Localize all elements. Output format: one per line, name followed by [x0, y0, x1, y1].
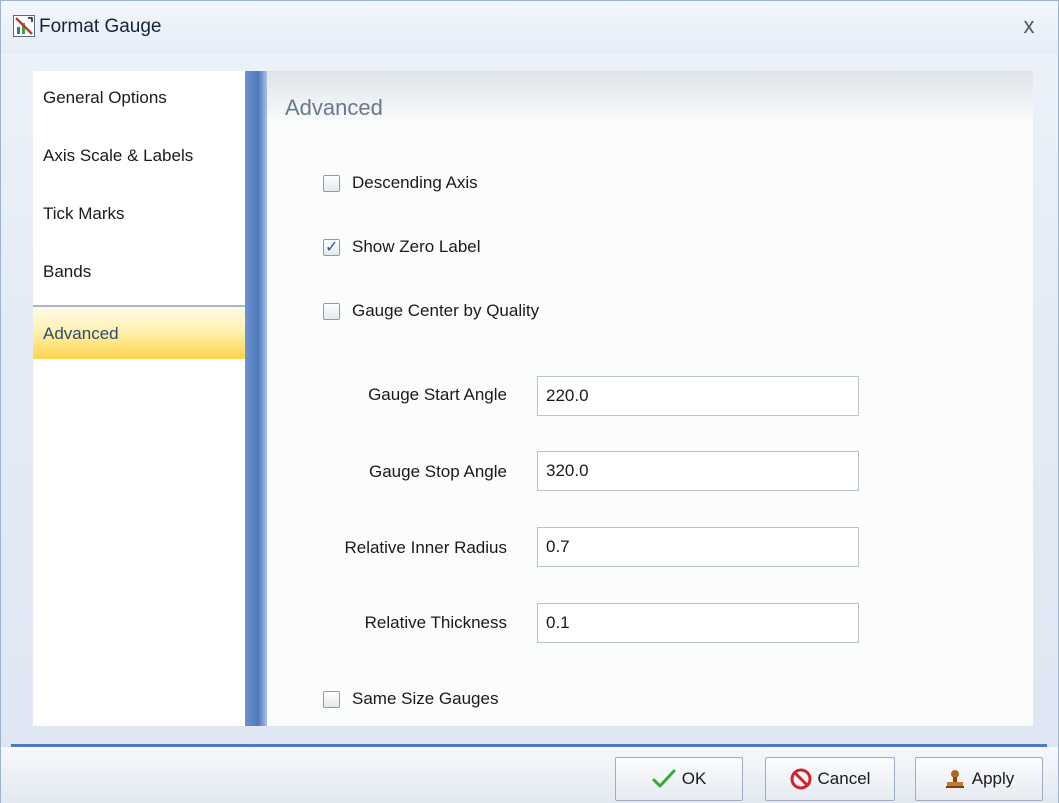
- thickness-input[interactable]: [537, 603, 859, 643]
- options-nav: General Options Axis Scale & Labels Tick…: [33, 71, 245, 726]
- gauge-center-by-quality-label: Gauge Center by Quality: [352, 301, 540, 320]
- format-gauge-dialog: Format Gauge x General Options Axis Scal…: [0, 0, 1059, 803]
- nav-divider: [245, 71, 267, 726]
- panel-header: Advanced: [267, 71, 1033, 123]
- start-angle-input[interactable]: [537, 376, 859, 416]
- cancel-button[interactable]: Cancel: [765, 757, 895, 801]
- show-zero-label-label: Show Zero Label: [352, 237, 481, 256]
- same-size-gauges-checkbox[interactable]: [323, 690, 340, 708]
- format-gauge-icon: [13, 15, 35, 37]
- stop-angle-label: Gauge Stop Angle: [368, 462, 507, 481]
- inner-radius-input[interactable]: [537, 527, 859, 567]
- dialog-title: Format Gauge: [39, 16, 162, 37]
- ok-label: OK: [681, 769, 707, 788]
- gauge-center-by-quality-checkbox[interactable]: [323, 302, 340, 320]
- no-entry-icon: [790, 768, 812, 790]
- button-bar: OK Cancel Apply: [1, 747, 1058, 803]
- same-size-gauges-option[interactable]: Same Size Gauges: [323, 687, 498, 711]
- descending-axis-option[interactable]: Descending Axis: [323, 171, 478, 195]
- checkmark-icon: [652, 769, 676, 789]
- show-zero-label-checkbox[interactable]: [323, 237, 340, 257]
- apply-label: Apply: [971, 769, 1015, 788]
- stamp-icon: [944, 768, 966, 790]
- panel-title: Advanced: [285, 95, 383, 120]
- thickness-label: Relative Thickness: [364, 613, 507, 632]
- title-bar: Format Gauge x: [1, 1, 1058, 53]
- descending-axis-checkbox[interactable]: [323, 174, 340, 192]
- cancel-label: Cancel: [817, 769, 871, 788]
- close-button[interactable]: x: [1016, 13, 1042, 39]
- nav-item-bands[interactable]: Bands: [33, 245, 245, 299]
- nav-item-tick-marks[interactable]: Tick Marks: [33, 187, 245, 241]
- nav-item-general-options[interactable]: General Options: [33, 71, 245, 125]
- start-angle-label: Gauge Start Angle: [368, 385, 507, 404]
- same-size-gauges-label: Same Size Gauges: [352, 689, 499, 708]
- apply-button[interactable]: Apply: [915, 757, 1043, 801]
- inner-radius-label: Relative Inner Radius: [344, 538, 507, 557]
- descending-axis-label: Descending Axis: [352, 173, 478, 192]
- ok-button[interactable]: OK: [615, 757, 743, 801]
- nav-item-advanced[interactable]: Advanced: [33, 305, 245, 359]
- nav-item-axis-scale-labels[interactable]: Axis Scale & Labels: [33, 129, 245, 183]
- stop-angle-input[interactable]: [537, 451, 859, 491]
- gauge-center-by-quality-option[interactable]: Gauge Center by Quality: [323, 299, 539, 323]
- advanced-panel: Advanced Descending Axis Show Zero Label…: [267, 71, 1033, 726]
- show-zero-label-option[interactable]: Show Zero Label: [323, 235, 481, 259]
